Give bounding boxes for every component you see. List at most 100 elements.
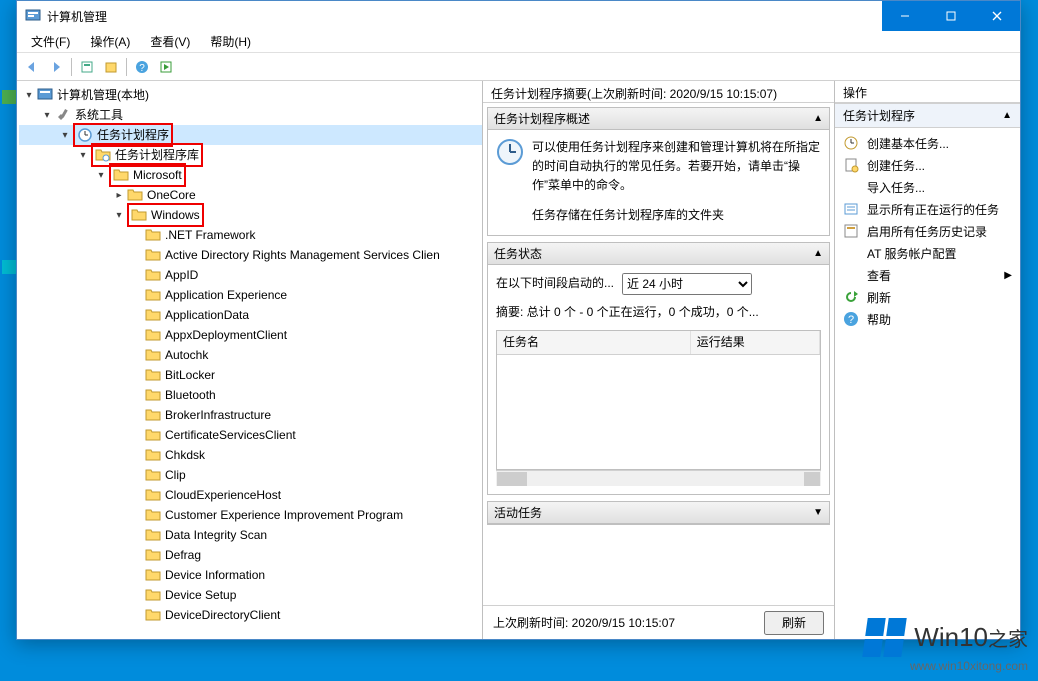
center-header: 任务计划程序摘要(上次刷新时间: 2020/9/15 10:15:07) bbox=[483, 81, 834, 103]
action-at-account[interactable]: AT 服务帐户配置 bbox=[835, 242, 1020, 264]
action-view[interactable]: 查看▶ bbox=[835, 264, 1020, 286]
tree-item[interactable]: Bluetooth bbox=[19, 385, 482, 405]
tree-item-label: CloudExperienceHost bbox=[165, 485, 281, 505]
menu-action[interactable]: 操作(A) bbox=[80, 31, 140, 52]
menu-view[interactable]: 查看(V) bbox=[140, 31, 200, 52]
col-task-name[interactable]: 任务名 bbox=[497, 331, 691, 354]
expand-toggle bbox=[131, 509, 143, 521]
svg-text:?: ? bbox=[848, 314, 854, 326]
library-icon bbox=[95, 147, 111, 163]
tree-item[interactable]: BitLocker bbox=[19, 365, 482, 385]
tree-root[interactable]: 计算机管理(本地) bbox=[19, 85, 482, 105]
folder-icon bbox=[145, 567, 161, 583]
collapse-icon[interactable]: ▲ bbox=[813, 248, 823, 259]
collapse-icon[interactable]: ▼ bbox=[813, 507, 823, 518]
status-period-select[interactable]: 近 24 小时 bbox=[622, 273, 752, 295]
tree-item[interactable]: CloudExperienceHost bbox=[19, 485, 482, 505]
tree-task-scheduler-lib[interactable]: 任务计划程序库 bbox=[19, 145, 482, 165]
help-button[interactable]: ? bbox=[131, 56, 153, 78]
folder-icon bbox=[145, 287, 161, 303]
tree-item[interactable]: BrokerInfrastructure bbox=[19, 405, 482, 425]
action-refresh[interactable]: 刷新 bbox=[835, 286, 1020, 308]
folder-icon bbox=[145, 587, 161, 603]
folder-icon bbox=[113, 167, 129, 183]
action-create-task[interactable]: 创建任务... bbox=[835, 154, 1020, 176]
expand-toggle[interactable] bbox=[41, 109, 53, 121]
horizontal-scrollbar[interactable] bbox=[496, 470, 821, 486]
tree-item[interactable]: ApplicationData bbox=[19, 305, 482, 325]
tree-item-label: Device Information bbox=[165, 565, 265, 585]
history-icon bbox=[843, 223, 859, 239]
action-import-task[interactable]: 导入任务... bbox=[835, 176, 1020, 198]
action-show-running[interactable]: 显示所有正在运行的任务 bbox=[835, 198, 1020, 220]
tree-item[interactable]: AppID bbox=[19, 265, 482, 285]
expand-toggle bbox=[131, 569, 143, 581]
tree-item[interactable]: Clip bbox=[19, 465, 482, 485]
tree-item-label: Application Experience bbox=[165, 285, 287, 305]
tree-item-label: Customer Experience Improvement Program bbox=[165, 505, 403, 525]
tree-item-label: Data Integrity Scan bbox=[165, 525, 267, 545]
list-icon bbox=[843, 201, 859, 217]
tree-item[interactable]: CertificateServicesClient bbox=[19, 425, 482, 445]
overview-text2: 任务存储在任务计划程序库的文件夹 bbox=[532, 206, 821, 225]
export-button[interactable] bbox=[100, 56, 122, 78]
close-button[interactable] bbox=[974, 1, 1020, 31]
maximize-button[interactable] bbox=[928, 1, 974, 31]
tree-item-label: 系统工具 bbox=[75, 105, 123, 125]
tree-item[interactable]: Customer Experience Improvement Program bbox=[19, 505, 482, 525]
forward-button[interactable] bbox=[45, 56, 67, 78]
tree-onecore[interactable]: OneCore bbox=[19, 185, 482, 205]
tree-system-tools[interactable]: 系统工具 bbox=[19, 105, 482, 125]
tree-item-label: Device Setup bbox=[165, 585, 236, 605]
tree-pane[interactable]: 计算机管理(本地)系统工具任务计划程序任务计划程序库MicrosoftOneCo… bbox=[17, 81, 483, 639]
expand-toggle[interactable] bbox=[59, 129, 71, 141]
collapse-icon[interactable]: ▲ bbox=[1002, 110, 1012, 121]
action-help[interactable]: ?帮助 bbox=[835, 308, 1020, 330]
run-button[interactable] bbox=[155, 56, 177, 78]
collapse-icon[interactable]: ▲ bbox=[813, 113, 823, 124]
tree-item[interactable]: Device Information bbox=[19, 565, 482, 585]
tree-item[interactable]: Defrag bbox=[19, 545, 482, 565]
tree-item-label: DeviceDirectoryClient bbox=[165, 605, 280, 625]
tree-windows[interactable]: Windows bbox=[19, 205, 482, 225]
help-icon: ? bbox=[843, 311, 859, 327]
menu-file[interactable]: 文件(F) bbox=[21, 31, 80, 52]
clock-icon bbox=[843, 135, 859, 151]
tree-item[interactable]: Application Experience bbox=[19, 285, 482, 305]
status-title: 任务状态 bbox=[494, 245, 542, 262]
tree-item-label: Defrag bbox=[165, 545, 201, 565]
tree-item[interactable]: Active Directory Rights Management Servi… bbox=[19, 245, 482, 265]
menu-help[interactable]: 帮助(H) bbox=[200, 31, 261, 52]
expand-toggle bbox=[131, 389, 143, 401]
mgmt-icon bbox=[37, 87, 53, 103]
expand-toggle bbox=[131, 329, 143, 341]
expand-toggle[interactable] bbox=[95, 169, 107, 181]
tree-item-label: 计算机管理(本地) bbox=[57, 85, 149, 105]
properties-button[interactable] bbox=[76, 56, 98, 78]
tree-microsoft[interactable]: Microsoft bbox=[19, 165, 482, 185]
tree-item[interactable]: Autochk bbox=[19, 345, 482, 365]
tree-item-label: Microsoft bbox=[133, 165, 182, 185]
refresh-button[interactable]: 刷新 bbox=[764, 611, 824, 635]
tree-item[interactable]: Chkdsk bbox=[19, 445, 482, 465]
refresh-icon bbox=[843, 289, 859, 305]
windows-logo-icon bbox=[863, 618, 907, 657]
expand-toggle[interactable] bbox=[113, 209, 125, 221]
expand-toggle[interactable] bbox=[113, 189, 125, 201]
tree-item[interactable]: DeviceDirectoryClient bbox=[19, 605, 482, 625]
expand-toggle[interactable] bbox=[77, 149, 89, 161]
tree-item[interactable]: .NET Framework bbox=[19, 225, 482, 245]
folder-icon bbox=[145, 387, 161, 403]
tree-item[interactable]: Data Integrity Scan bbox=[19, 525, 482, 545]
action-create-basic-task[interactable]: 创建基本任务... bbox=[835, 132, 1020, 154]
tree-item[interactable]: Device Setup bbox=[19, 585, 482, 605]
tree-item-label: 任务计划程序 bbox=[97, 125, 169, 145]
col-task-result[interactable]: 运行结果 bbox=[691, 331, 820, 354]
action-enable-history[interactable]: 启用所有任务历史记录 bbox=[835, 220, 1020, 242]
back-button[interactable] bbox=[21, 56, 43, 78]
tools-icon bbox=[55, 107, 71, 123]
minimize-button[interactable] bbox=[882, 1, 928, 31]
expand-toggle[interactable] bbox=[23, 89, 35, 101]
tree-item[interactable]: AppxDeploymentClient bbox=[19, 325, 482, 345]
tree-task-scheduler[interactable]: 任务计划程序 bbox=[19, 125, 482, 145]
